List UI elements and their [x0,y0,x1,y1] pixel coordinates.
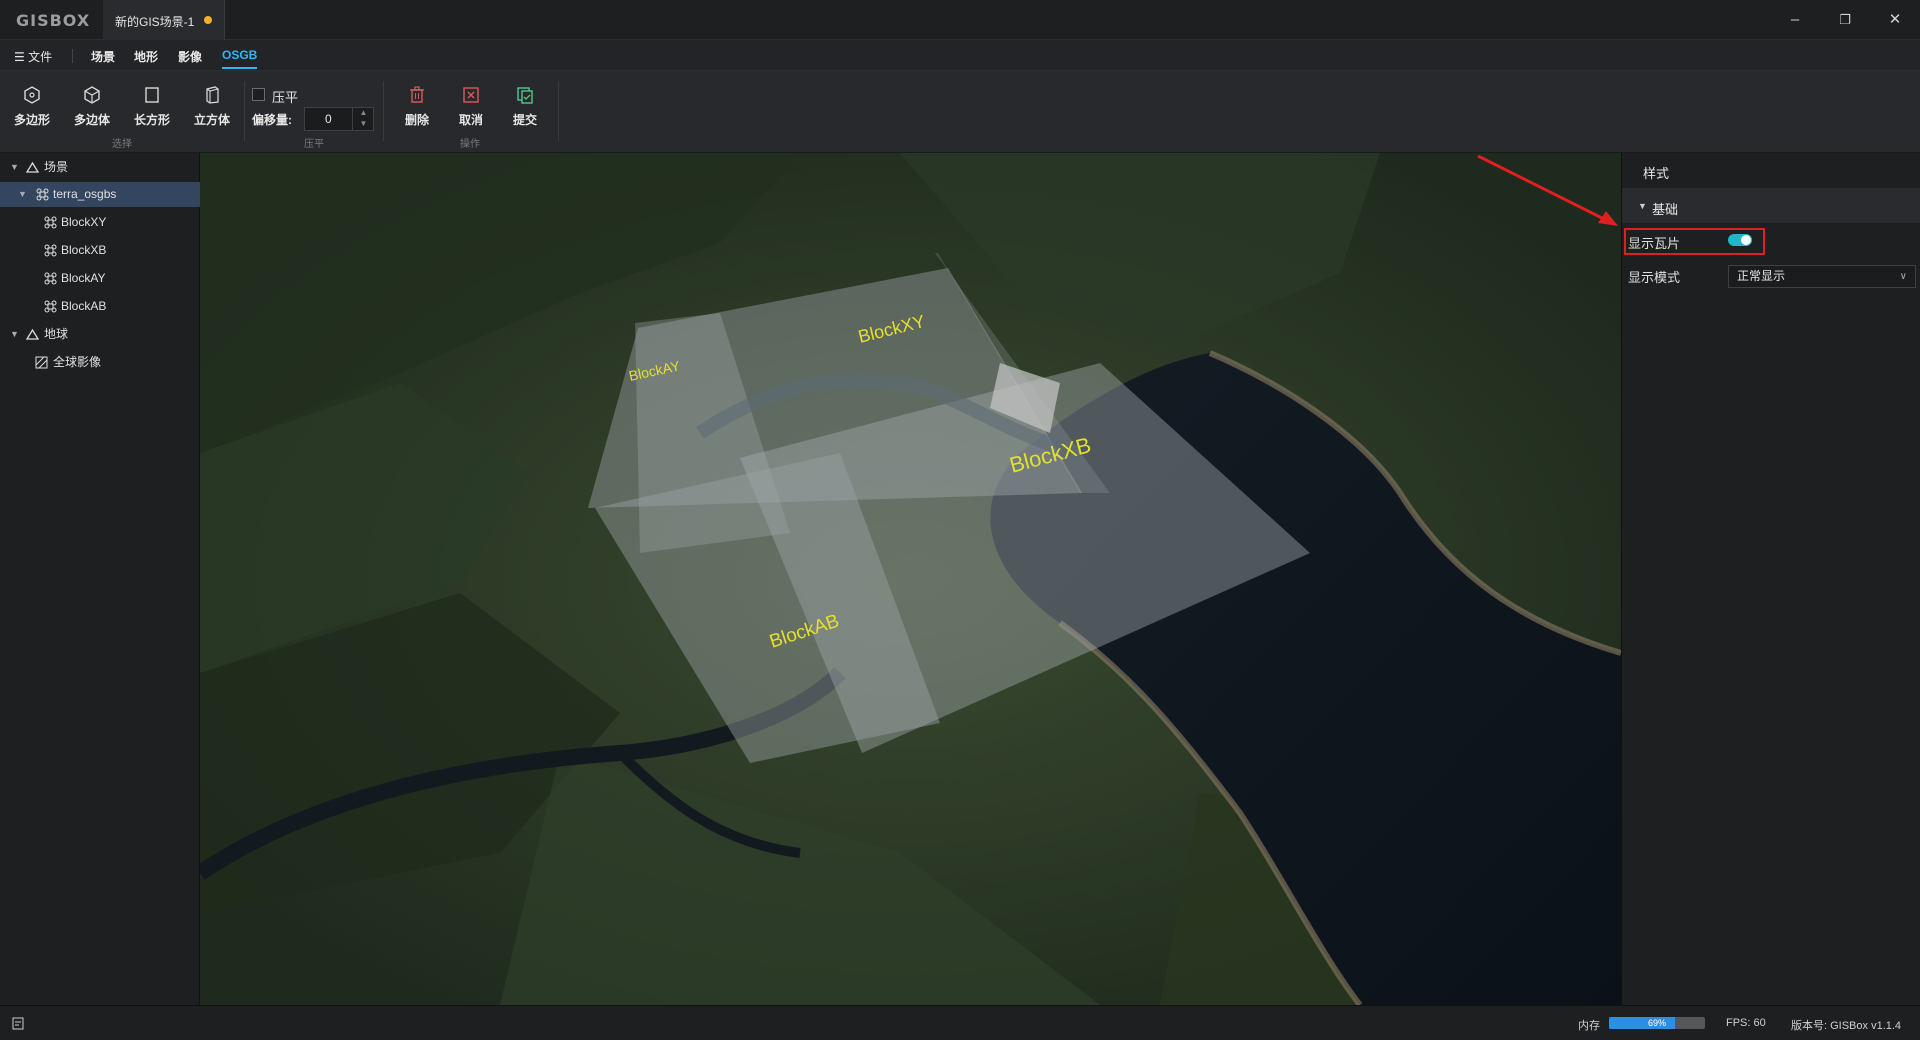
submit-icon [517,87,533,104]
ribbon-toolbar: 多边形 多边体 长方形 立方体 选择 压平 偏移量: 0 ▲ ▼ 压平 删除 取… [0,71,1920,153]
properties-panel: 样式 ▼ 基础 显示瓦片 显示模式 正常显示 ∨ [1621,153,1920,1005]
tree-label-imagery: 全球影像 [53,355,102,369]
menu-terrain[interactable]: 地形 [134,48,158,65]
menu-divider [72,49,73,63]
expand-arrow-icon[interactable]: ▼ [10,322,19,347]
rectangle-icon [145,87,159,103]
submit-label: 提交 [512,113,537,127]
expand-arrow-icon[interactable]: ▼ [18,182,27,207]
tree-label-terra-osgbs: terra_osgbs [53,187,117,201]
unsaved-indicator [204,16,212,24]
menu-imagery[interactable]: 影像 [178,48,202,65]
delete-label: 删除 [404,113,429,127]
cuboid-icon [206,86,219,104]
document-tab-label: 新的GIS场景-1 [115,15,195,29]
tree-node-block[interactable]: BlockAY [0,266,200,291]
expand-arrow-icon[interactable]: ▼ [10,155,19,180]
tree-node-terra-osgbs[interactable]: ▼ terra_osgbs [0,182,200,207]
tree-node-block[interactable]: BlockAB [0,294,200,319]
display-mode-select[interactable]: 正常显示 ∨ [1728,265,1916,288]
document-tab[interactable]: 新的GIS场景-1 [103,0,225,40]
step-up-icon[interactable]: ▲ [353,107,374,118]
cancel-label: 取消 [458,113,483,127]
cancel-button[interactable]: 取消 [445,85,497,141]
model-icon [44,216,57,229]
memory-label: 内存 [1578,1020,1600,1032]
status-bar: 内存 69% FPS: 60 版本号: GISBox v1.1.4 [0,1005,1920,1040]
polygon-tool-label: 多边形 [13,113,50,127]
globe-icon [26,328,39,340]
section-basic-label: 基础 [1652,202,1679,217]
title-bar: GISBOX 新的GIS场景-1 – ❐ ✕ [0,0,1920,40]
polyhedron-tool-label: 多边体 [73,113,110,127]
model-icon [44,244,57,257]
cancel-icon [463,87,479,103]
menu-scene[interactable]: 场景 [91,48,115,65]
3d-viewport[interactable]: BlockXY BlockAY BlockXB BlockAB [200,153,1621,1005]
close-button[interactable]: ✕ [1883,8,1907,32]
scene-tree-panel: ▼ 场景 ▼ terra_osgbs BlockXY BlockXB Block… [0,153,200,1005]
menu-osgb[interactable]: OSGB [222,48,258,69]
flatten-checkbox[interactable] [252,88,265,101]
section-basic[interactable]: ▼ 基础 [1622,189,1920,223]
submit-button[interactable]: 提交 [499,85,551,141]
tab-style[interactable]: 样式 [1636,163,1676,191]
rectangle-tool-button[interactable]: 长方形 [126,85,178,141]
memory-progress-bar: 69% [1609,1017,1705,1029]
polygon-tool-button[interactable]: 多边形 [6,85,58,141]
polyhedron-icon [84,86,100,104]
trash-icon [410,86,424,103]
tree-label-globe: 地球 [44,327,69,341]
terrain-scene[interactable]: BlockXY BlockAY BlockXB BlockAB [200,153,1621,1005]
model-icon [44,272,57,285]
toolbar-divider [558,81,559,141]
flatten-group-label: 压平 [304,139,324,150]
toolbar-divider [244,81,245,141]
tree-node-block[interactable]: BlockXY [0,210,200,235]
tree-label-block: BlockXB [61,243,107,257]
menu-bar: ☰ 文件 场景 地形 影像 OSGB [0,40,1920,71]
app-logo: GISBOX [16,11,91,30]
memory-percent: 69% [1647,1018,1666,1028]
polyhedron-tool-button[interactable]: 多边体 [66,85,118,141]
chevron-down-icon: ∨ [1899,271,1907,282]
scene-icon [26,161,39,173]
rectangle-tool-label: 长方形 [133,113,170,127]
delete-button[interactable]: 删除 [391,85,443,141]
offset-label: 偏移量: [252,113,292,127]
collapse-arrow-icon[interactable]: ▼ [1638,201,1647,211]
restore-button[interactable]: ❐ [1833,8,1857,32]
tree-label-block: BlockAB [61,299,107,313]
annotation-highlight-box [1624,228,1765,255]
select-group-label: 选择 [112,139,132,150]
tree-label-block: BlockAY [61,271,106,285]
model-icon [36,188,49,201]
tree-node-scene[interactable]: ▼ 场景 [0,155,200,180]
imagery-icon [35,356,48,369]
step-down-icon[interactable]: ▼ [353,118,374,129]
tree-node-imagery[interactable]: 全球影像 [0,350,200,375]
log-icon[interactable] [12,1017,24,1030]
tree-node-block[interactable]: BlockXB [0,238,200,263]
toolbar-divider [383,81,384,141]
tree-node-globe[interactable]: ▼ 地球 [0,322,200,347]
fps-readout: FPS: 60 [1726,1017,1766,1029]
menu-file[interactable]: ☰ 文件 [14,48,52,65]
minimize-button[interactable]: – [1783,8,1807,32]
flatten-checkbox-label: 压平 [272,90,299,105]
offset-stepper[interactable]: ▲ ▼ [352,107,374,131]
operation-group-label: 操作 [460,139,480,150]
cuboid-tool-label: 立方体 [193,113,230,127]
cuboid-tool-button[interactable]: 立方体 [186,85,238,141]
version-label: 版本号: GISBox v1.1.4 [1791,1020,1902,1032]
tree-label-block: BlockXY [61,215,107,229]
tree-label-scene: 场景 [44,160,69,174]
display-mode-label: 显示模式 [1628,270,1681,285]
display-mode-value: 正常显示 [1737,269,1786,283]
model-icon [44,300,57,313]
polygon-icon [24,86,40,104]
